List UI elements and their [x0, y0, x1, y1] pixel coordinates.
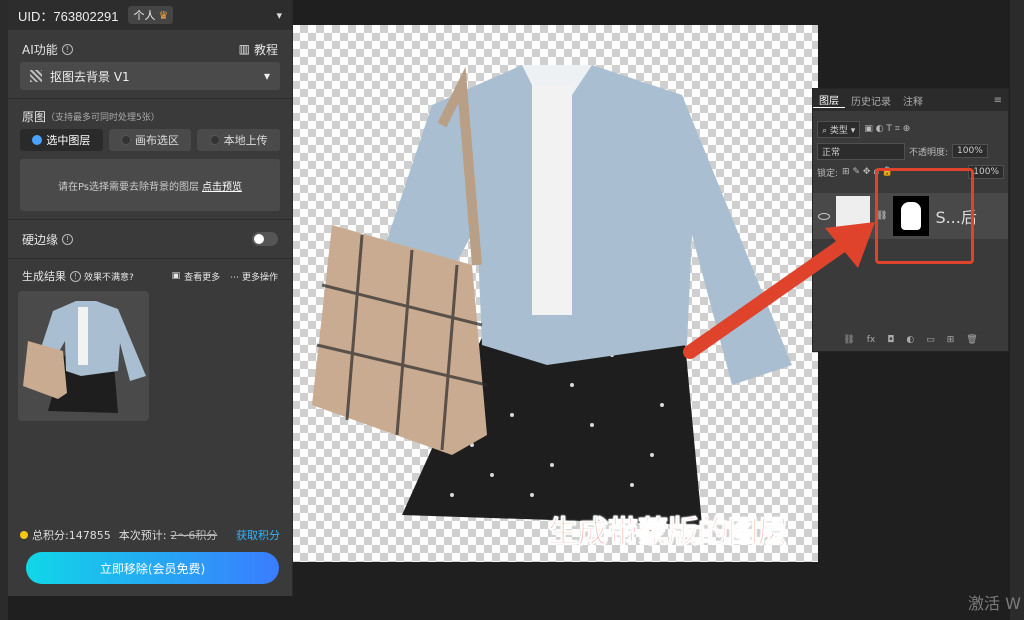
screen: UID：763802291 个人 ♛ ▾ AI功能 ! ▥ 教程 抠图去背景 V…: [0, 0, 1024, 620]
annotation-caption: 生成带蒙版的图层: [548, 515, 789, 551]
ps-right-toolbar: [1010, 0, 1024, 620]
annotation-arrow: [683, 222, 875, 359]
activation-watermark: 激活 W: [968, 594, 1021, 613]
